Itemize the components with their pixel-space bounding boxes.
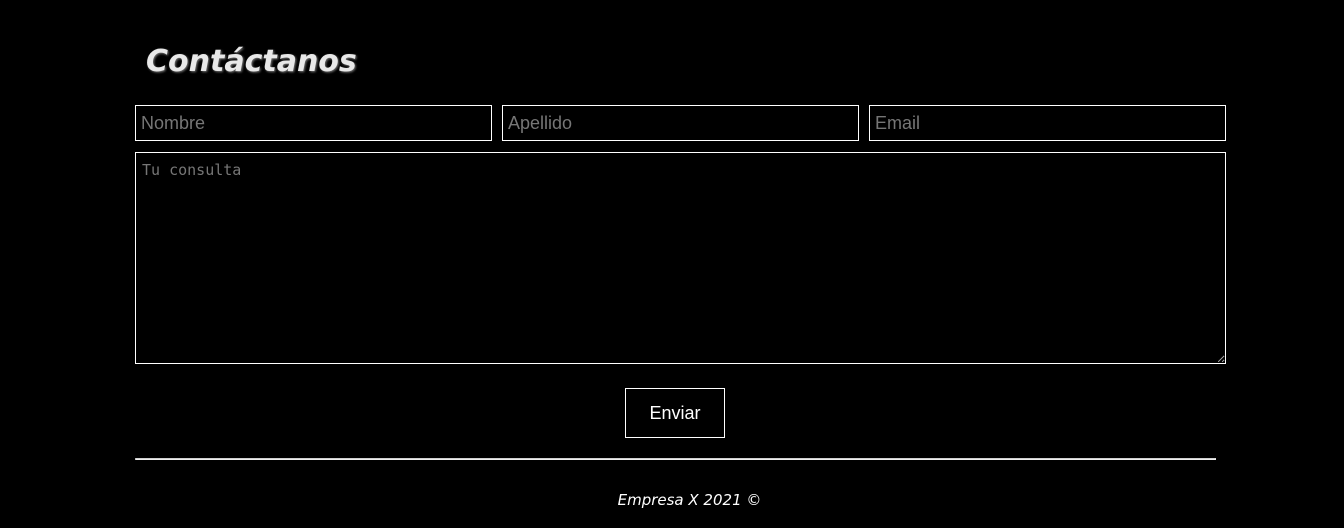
nombre-field[interactable]	[135, 105, 492, 141]
consulta-textarea[interactable]	[135, 152, 1226, 364]
email-field[interactable]	[869, 105, 1226, 141]
apellido-field[interactable]	[502, 105, 859, 141]
footer-divider	[135, 458, 1216, 460]
page-title: Contáctanos	[146, 44, 357, 79]
send-button[interactable]: Enviar	[625, 388, 725, 438]
footer-copyright: Empresa X 2021 ©	[617, 491, 762, 509]
